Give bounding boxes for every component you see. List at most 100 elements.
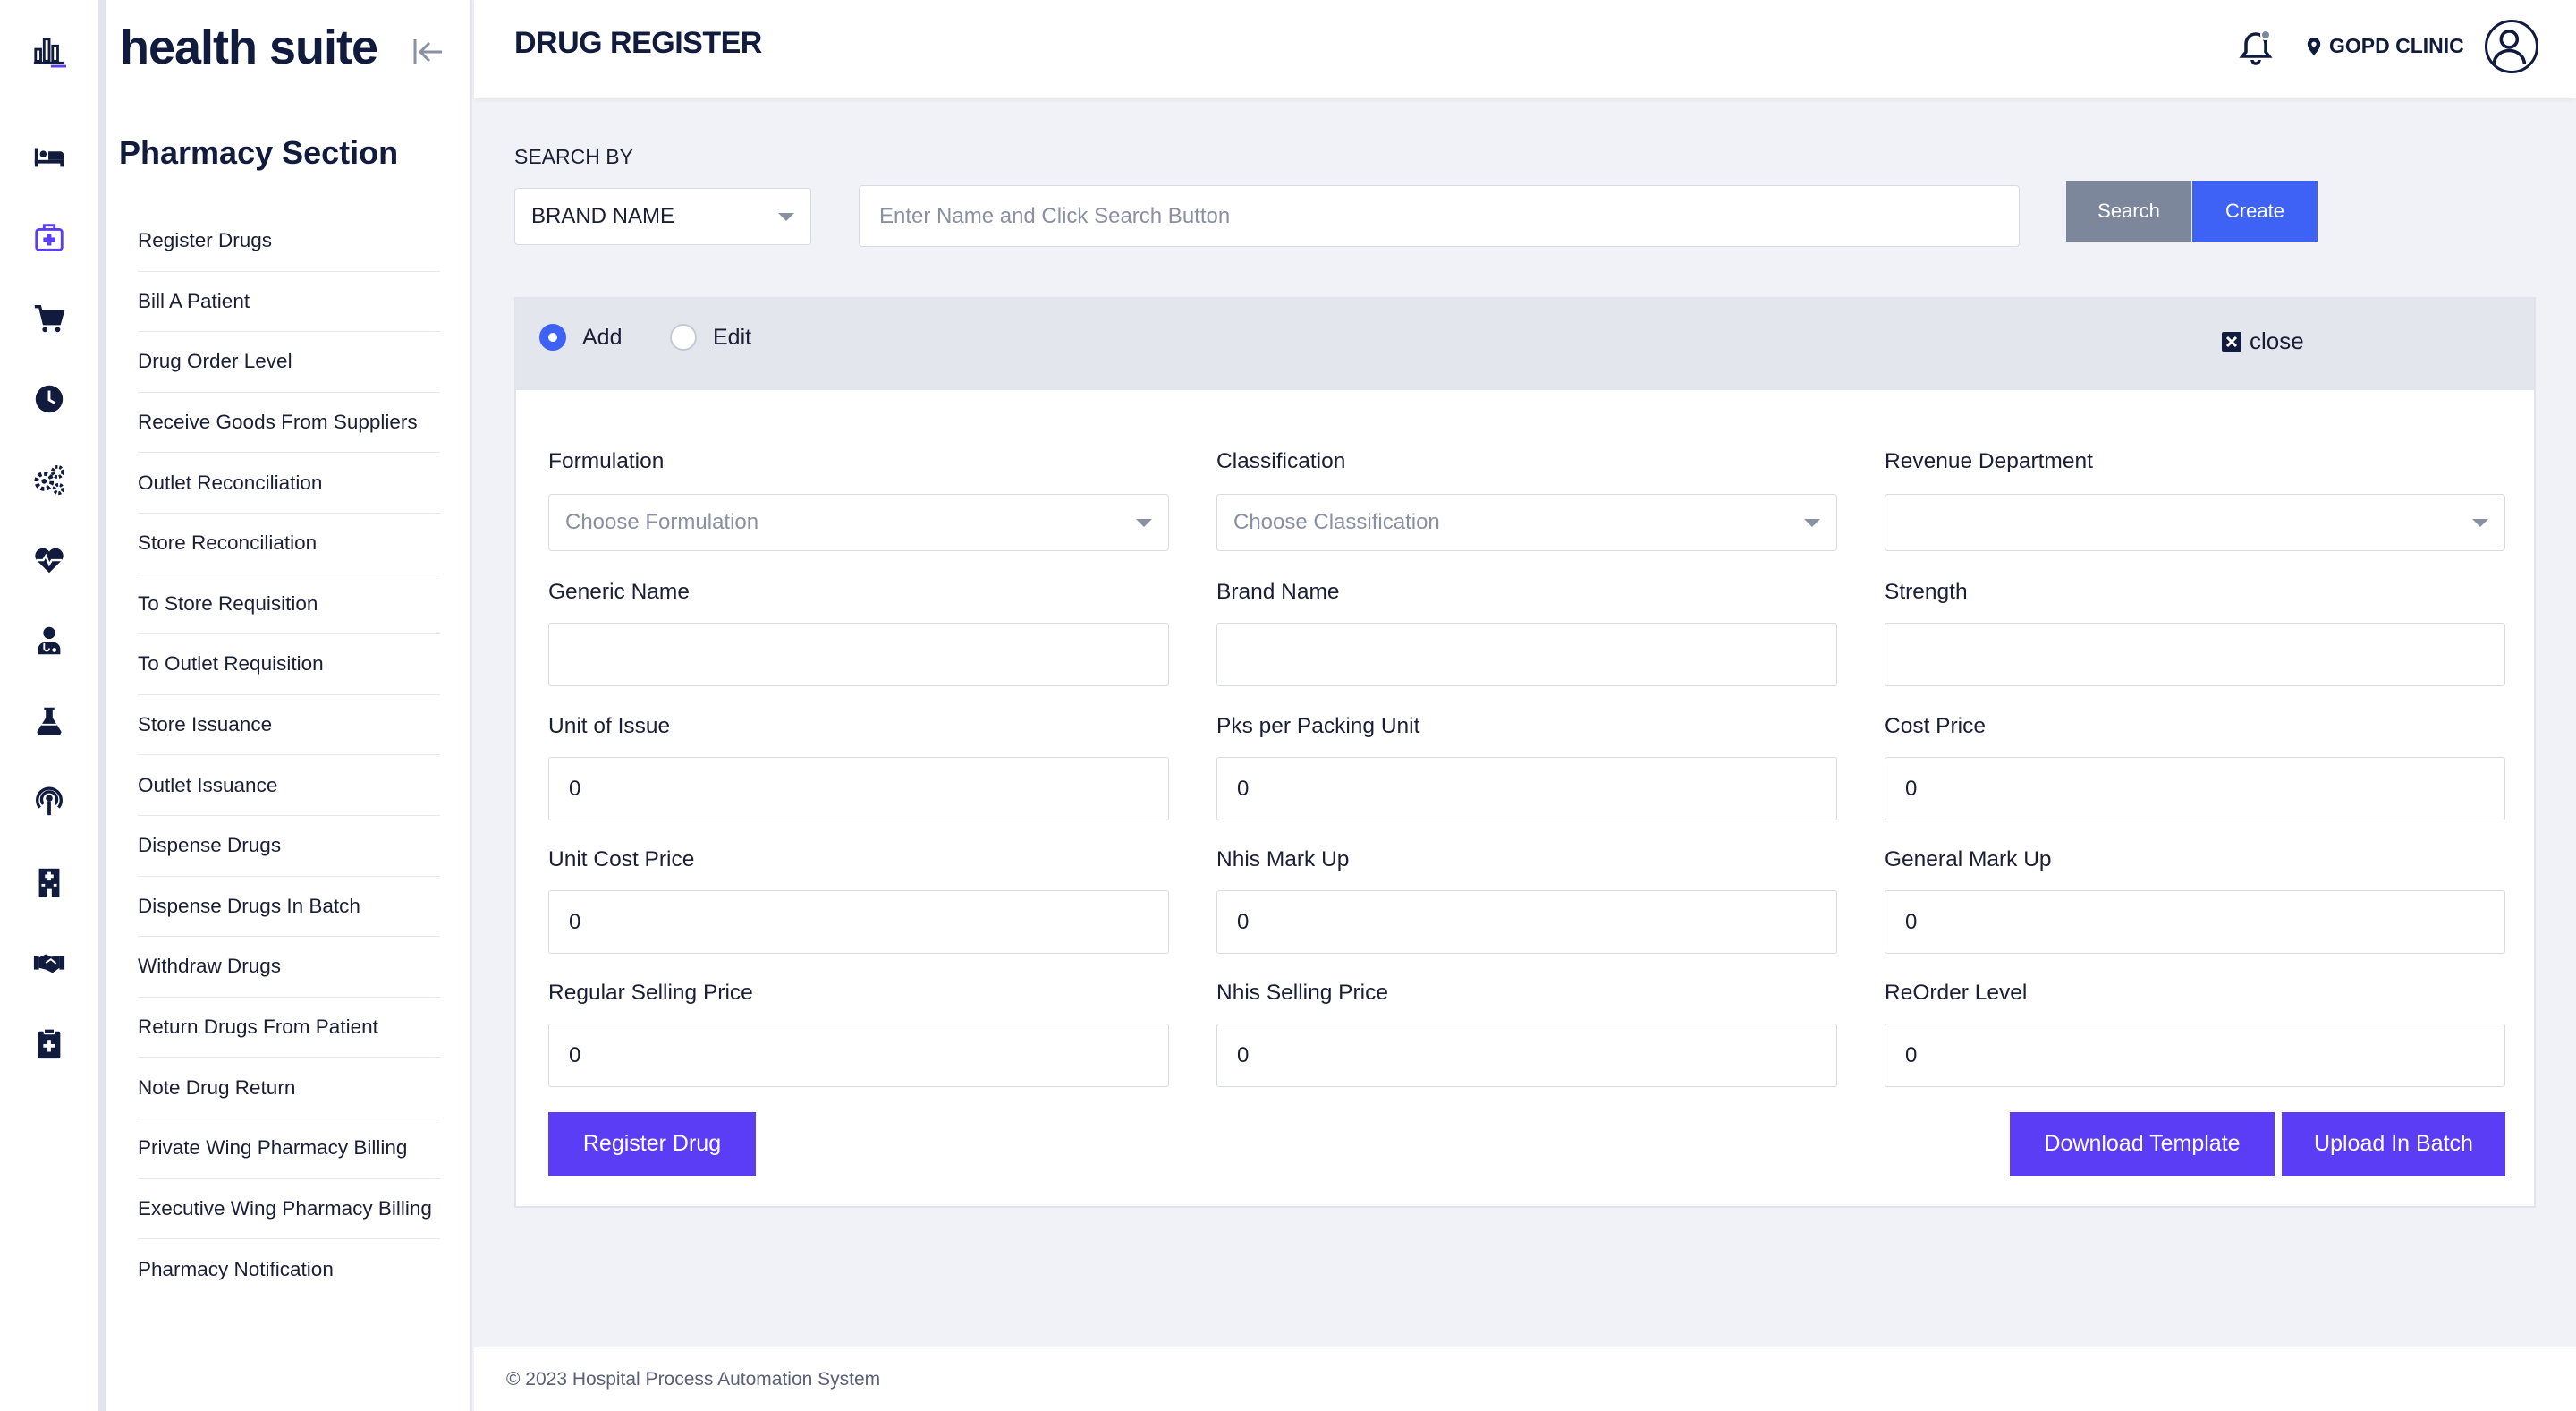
menu-item-dispense-drugs-batch[interactable]: Dispense Drugs In Batch bbox=[138, 877, 440, 938]
radio-selected-icon bbox=[539, 324, 566, 351]
mode-edit-radio[interactable]: Edit bbox=[670, 324, 751, 351]
pharmacy-menu: Register Drugs Bill A Patient Drug Order… bbox=[138, 211, 440, 1300]
close-form-button[interactable]: close bbox=[2221, 327, 2304, 355]
classification-placeholder: Choose Classification bbox=[1233, 510, 1440, 534]
nhis-selling-price-label: Nhis Selling Price bbox=[1216, 981, 1388, 1005]
revenue-department-select[interactable] bbox=[1885, 494, 2505, 551]
menu-item-outlet-reconciliation[interactable]: Outlet Reconciliation bbox=[138, 453, 440, 514]
menu-item-to-store-requisition[interactable]: To Store Requisition bbox=[138, 574, 440, 635]
classification-select[interactable]: Choose Classification bbox=[1216, 494, 1837, 551]
register-drug-button[interactable]: Register Drug bbox=[548, 1112, 756, 1176]
generic-name-input[interactable] bbox=[548, 623, 1169, 686]
search-by-value: BRAND NAME bbox=[531, 204, 675, 228]
chevron-down-icon bbox=[2472, 519, 2488, 527]
nhis-mark-up-label: Nhis Mark Up bbox=[1216, 847, 1350, 871]
regular-selling-price-input[interactable] bbox=[548, 1024, 1169, 1087]
menu-item-return-drugs[interactable]: Return Drugs From Patient bbox=[138, 998, 440, 1058]
user-avatar[interactable] bbox=[2485, 20, 2538, 73]
close-square-icon bbox=[2222, 331, 2241, 352]
strength-label: Strength bbox=[1885, 580, 1968, 604]
cart-icon[interactable] bbox=[28, 297, 71, 340]
menu-item-store-issuance[interactable]: Store Issuance bbox=[138, 695, 440, 756]
menu-item-bill-a-patient[interactable]: Bill A Patient bbox=[138, 272, 440, 333]
broadcast-icon[interactable] bbox=[28, 780, 71, 823]
generic-name-label: Generic Name bbox=[548, 580, 690, 604]
menu-item-store-reconciliation[interactable]: Store Reconciliation bbox=[138, 514, 440, 574]
topbar: DRUG REGISTER GOPD CLINIC bbox=[474, 0, 2576, 98]
menu-item-pharmacy-notification[interactable]: Pharmacy Notification bbox=[138, 1239, 440, 1300]
menu-item-note-drug-return[interactable]: Note Drug Return bbox=[138, 1058, 440, 1118]
nhis-mark-up-input[interactable] bbox=[1216, 890, 1837, 954]
dashboard-icon[interactable] bbox=[28, 30, 71, 72]
page-title: DRUG REGISTER bbox=[514, 26, 762, 60]
search-button[interactable]: Search bbox=[2066, 181, 2191, 242]
clinic-selector[interactable]: GOPD CLINIC bbox=[2306, 34, 2464, 58]
classification-label: Classification bbox=[1216, 449, 1346, 473]
heartbeat-icon[interactable] bbox=[28, 539, 71, 582]
notification-bell-icon[interactable] bbox=[2234, 27, 2277, 70]
pharmacy-sidebar: health suite Pharmacy Section Register D… bbox=[106, 0, 472, 1411]
menu-item-executive-wing-billing[interactable]: Executive Wing Pharmacy Billing bbox=[138, 1179, 440, 1240]
general-mark-up-label: General Mark Up bbox=[1885, 847, 2052, 871]
chevron-down-icon bbox=[1136, 519, 1152, 527]
menu-item-private-wing-billing[interactable]: Private Wing Pharmacy Billing bbox=[138, 1118, 440, 1179]
menu-item-to-outlet-requisition[interactable]: To Outlet Requisition bbox=[138, 634, 440, 695]
nhis-selling-price-input[interactable] bbox=[1216, 1024, 1837, 1087]
footer: © 2023 Hospital Process Automation Syste… bbox=[474, 1347, 2576, 1411]
menu-item-withdraw-drugs[interactable]: Withdraw Drugs bbox=[138, 937, 440, 998]
pks-per-packing-label: Pks per Packing Unit bbox=[1216, 714, 1420, 738]
menu-item-outlet-issuance[interactable]: Outlet Issuance bbox=[138, 755, 440, 816]
radio-unselected-icon bbox=[670, 324, 697, 351]
search-input[interactable] bbox=[859, 185, 2020, 247]
flask-icon[interactable] bbox=[28, 700, 71, 743]
search-by-label: SEARCH BY bbox=[514, 145, 633, 168]
mode-add-label: Add bbox=[582, 324, 623, 350]
unit-cost-price-input[interactable] bbox=[548, 890, 1169, 954]
clinic-name: GOPD CLINIC bbox=[2329, 34, 2464, 57]
upload-in-batch-button[interactable]: Upload In Batch bbox=[2282, 1112, 2505, 1176]
create-button[interactable]: Create bbox=[2192, 181, 2318, 242]
collapse-sidebar-icon[interactable] bbox=[410, 34, 445, 70]
app-logo: health suite bbox=[120, 21, 378, 74]
section-title: Pharmacy Section bbox=[119, 134, 399, 171]
formulation-label: Formulation bbox=[548, 449, 665, 473]
doctor-icon[interactable] bbox=[28, 619, 71, 662]
bed-icon[interactable] bbox=[28, 135, 71, 178]
reorder-level-input[interactable] bbox=[1885, 1024, 2505, 1087]
unit-of-issue-label: Unit of Issue bbox=[548, 714, 671, 738]
clipboard-medical-icon[interactable] bbox=[28, 1022, 71, 1065]
menu-item-register-drugs[interactable]: Register Drugs bbox=[138, 211, 440, 272]
chevron-down-icon bbox=[1804, 519, 1820, 527]
mode-add-radio[interactable]: Add bbox=[539, 324, 622, 351]
gears-icon[interactable] bbox=[28, 458, 71, 501]
download-template-button[interactable]: Download Template bbox=[2010, 1112, 2275, 1176]
icon-rail bbox=[0, 0, 98, 1411]
strength-input[interactable] bbox=[1885, 623, 2505, 686]
formulation-placeholder: Choose Formulation bbox=[565, 510, 759, 534]
revenue-department-label: Revenue Department bbox=[1885, 449, 2093, 473]
medical-kit-icon[interactable] bbox=[28, 216, 71, 259]
drug-form-card: Add Edit close Formulation Choose Formul… bbox=[514, 297, 2536, 1208]
mode-edit-label: Edit bbox=[713, 324, 752, 350]
unit-of-issue-input[interactable] bbox=[548, 757, 1169, 820]
unit-cost-price-label: Unit Cost Price bbox=[548, 847, 695, 871]
clock-icon[interactable] bbox=[28, 378, 71, 421]
hospital-icon[interactable] bbox=[28, 861, 71, 904]
formulation-select[interactable]: Choose Formulation bbox=[548, 494, 1169, 551]
general-mark-up-input[interactable] bbox=[1885, 890, 2505, 954]
menu-item-dispense-drugs[interactable]: Dispense Drugs bbox=[138, 816, 440, 877]
handshake-icon[interactable] bbox=[28, 941, 71, 984]
menu-item-receive-goods[interactable]: Receive Goods From Suppliers bbox=[138, 393, 440, 454]
cost-price-input[interactable] bbox=[1885, 757, 2505, 820]
brand-name-label: Brand Name bbox=[1216, 580, 1340, 604]
regular-selling-price-label: Regular Selling Price bbox=[548, 981, 753, 1005]
pks-per-packing-input[interactable] bbox=[1216, 757, 1837, 820]
menu-item-drug-order-level[interactable]: Drug Order Level bbox=[138, 332, 440, 393]
search-by-select[interactable]: BRAND NAME bbox=[514, 188, 811, 245]
form-mode-header: Add Edit close bbox=[516, 299, 2534, 390]
chevron-down-icon bbox=[778, 213, 794, 221]
reorder-level-label: ReOrder Level bbox=[1885, 981, 2028, 1005]
brand-name-input[interactable] bbox=[1216, 623, 1837, 686]
location-pin-icon bbox=[2307, 37, 2321, 55]
sidebar-divider bbox=[98, 0, 106, 1411]
